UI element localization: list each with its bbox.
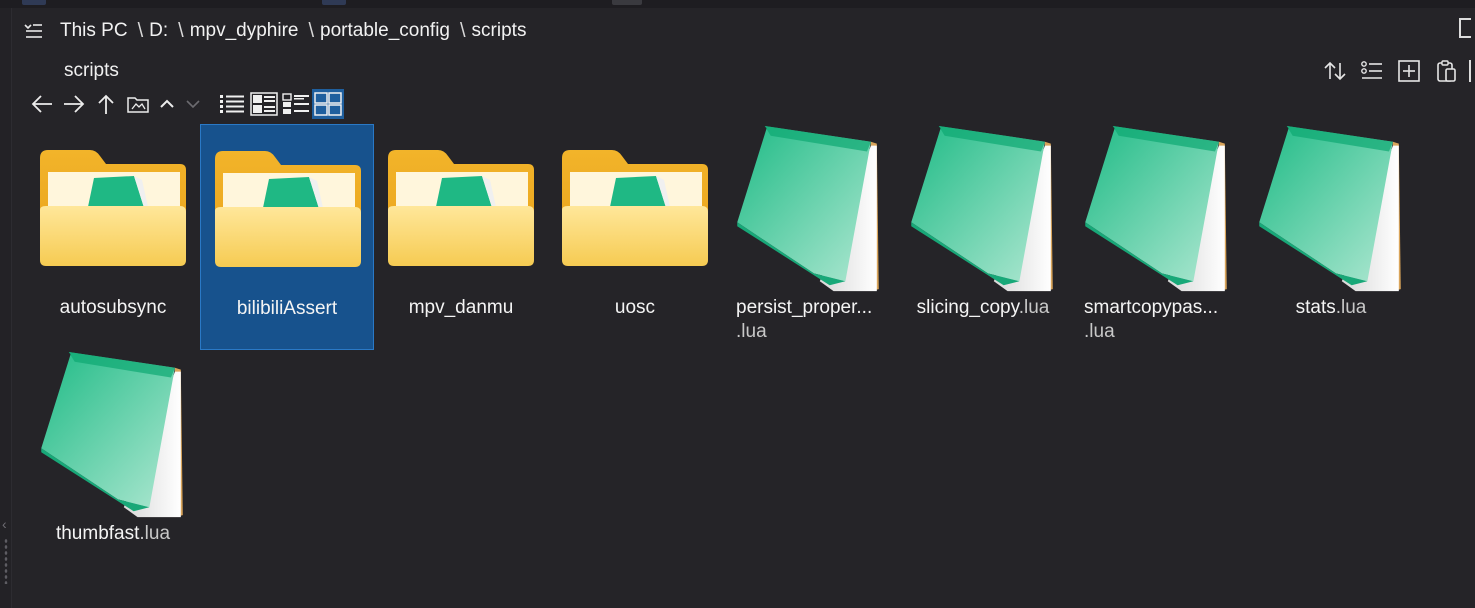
lua-file-icon — [1082, 124, 1232, 296]
file-extension: .lua — [139, 523, 171, 544]
right-toolbar — [1316, 56, 1464, 86]
file-extension: .lua — [1335, 297, 1367, 318]
breadcrumb-separator: \ — [178, 19, 184, 42]
panel-edge — [1469, 60, 1475, 82]
list-item[interactable]: smartcopypas... .lua — [1070, 124, 1244, 350]
list-item[interactable]: stats.lua — [1244, 124, 1418, 350]
chevron-down-icon[interactable] — [180, 89, 206, 119]
breadcrumb-mpv-dyphire[interactable]: mpv_dyphire — [188, 20, 301, 42]
file-name: persist_proper... — [736, 297, 873, 318]
breadcrumb-portable-config[interactable]: portable_config — [318, 20, 452, 42]
breadcrumb-separator: \ — [137, 19, 144, 42]
details-view-icon[interactable] — [248, 89, 280, 119]
lua-file-icon — [38, 350, 188, 522]
folder-icon — [213, 149, 363, 269]
file-name: thumbfast — [55, 523, 140, 544]
breadcrumb-this-pc[interactable]: This PC — [48, 20, 130, 42]
file-extension: .lua — [1084, 321, 1115, 342]
lua-file-icon — [1256, 124, 1406, 296]
list-item[interactable]: persist_proper... .lua — [722, 124, 896, 350]
file-name: uosc — [614, 297, 656, 318]
large-icons-view-icon[interactable] — [312, 89, 344, 119]
navigation-toolbar — [26, 88, 344, 120]
group-icon[interactable] — [1353, 56, 1390, 86]
clipboard-icon[interactable] — [1427, 56, 1464, 86]
list-item[interactable]: uosc — [548, 124, 722, 350]
chevron-left-icon[interactable]: ‹ — [2, 516, 7, 532]
file-extension: .lua — [1018, 297, 1050, 318]
list-item[interactable]: bilibiliAssert — [200, 124, 374, 350]
list-view-icon[interactable] — [216, 89, 248, 119]
open-folder-icon[interactable] — [122, 89, 154, 119]
new-item-icon[interactable] — [1390, 56, 1427, 86]
arrow-up-icon[interactable] — [90, 89, 122, 119]
file-name: bilibiliAssert — [236, 298, 338, 319]
lua-file-icon — [734, 124, 884, 296]
arrow-left-icon[interactable] — [26, 89, 58, 119]
list-item[interactable]: mpv_danmu — [374, 124, 548, 350]
breadcrumb-scripts[interactable]: scripts — [470, 20, 529, 42]
window-top-strip — [0, 0, 1475, 8]
arrow-right-icon[interactable] — [58, 89, 90, 119]
breadcrumb-menu-icon[interactable] — [18, 16, 48, 46]
tiles-view-icon[interactable] — [280, 89, 312, 119]
resize-grip[interactable] — [4, 538, 8, 584]
file-name: slicing_copy — [916, 297, 1019, 318]
file-extension: .lua — [736, 321, 767, 342]
sort-icon[interactable] — [1316, 56, 1353, 86]
breadcrumb-separator: \ — [308, 19, 315, 42]
breadcrumb-separator: \ — [459, 19, 466, 42]
folder-icon — [38, 148, 188, 268]
breadcrumb-drive[interactable]: D: — [147, 20, 170, 42]
lua-file-icon — [908, 124, 1058, 296]
address-bar[interactable]: This PC \ D: \ mpv_dyphire \ portable_co… — [18, 14, 638, 48]
file-name: autosubsync — [59, 297, 167, 318]
folder-title: scripts — [64, 60, 119, 81]
file-name: smartcopypas... — [1084, 297, 1219, 318]
folder-icon — [560, 148, 710, 268]
breadcrumb: This PC \ D: \ mpv_dyphire \ portable_co… — [48, 20, 528, 43]
chevron-up-icon[interactable] — [154, 89, 180, 119]
list-item[interactable]: autosubsync — [26, 124, 200, 350]
navigation-pane-edge[interactable]: ‹ — [0, 8, 12, 608]
list-item[interactable]: slicing_copy.lua — [896, 124, 1070, 350]
window-restore-icon[interactable] — [1459, 18, 1471, 38]
folder-icon — [386, 148, 536, 268]
file-name: mpv_danmu — [408, 297, 514, 318]
list-item[interactable]: thumbfast.lua — [26, 350, 200, 576]
file-name: stats — [1295, 297, 1336, 318]
